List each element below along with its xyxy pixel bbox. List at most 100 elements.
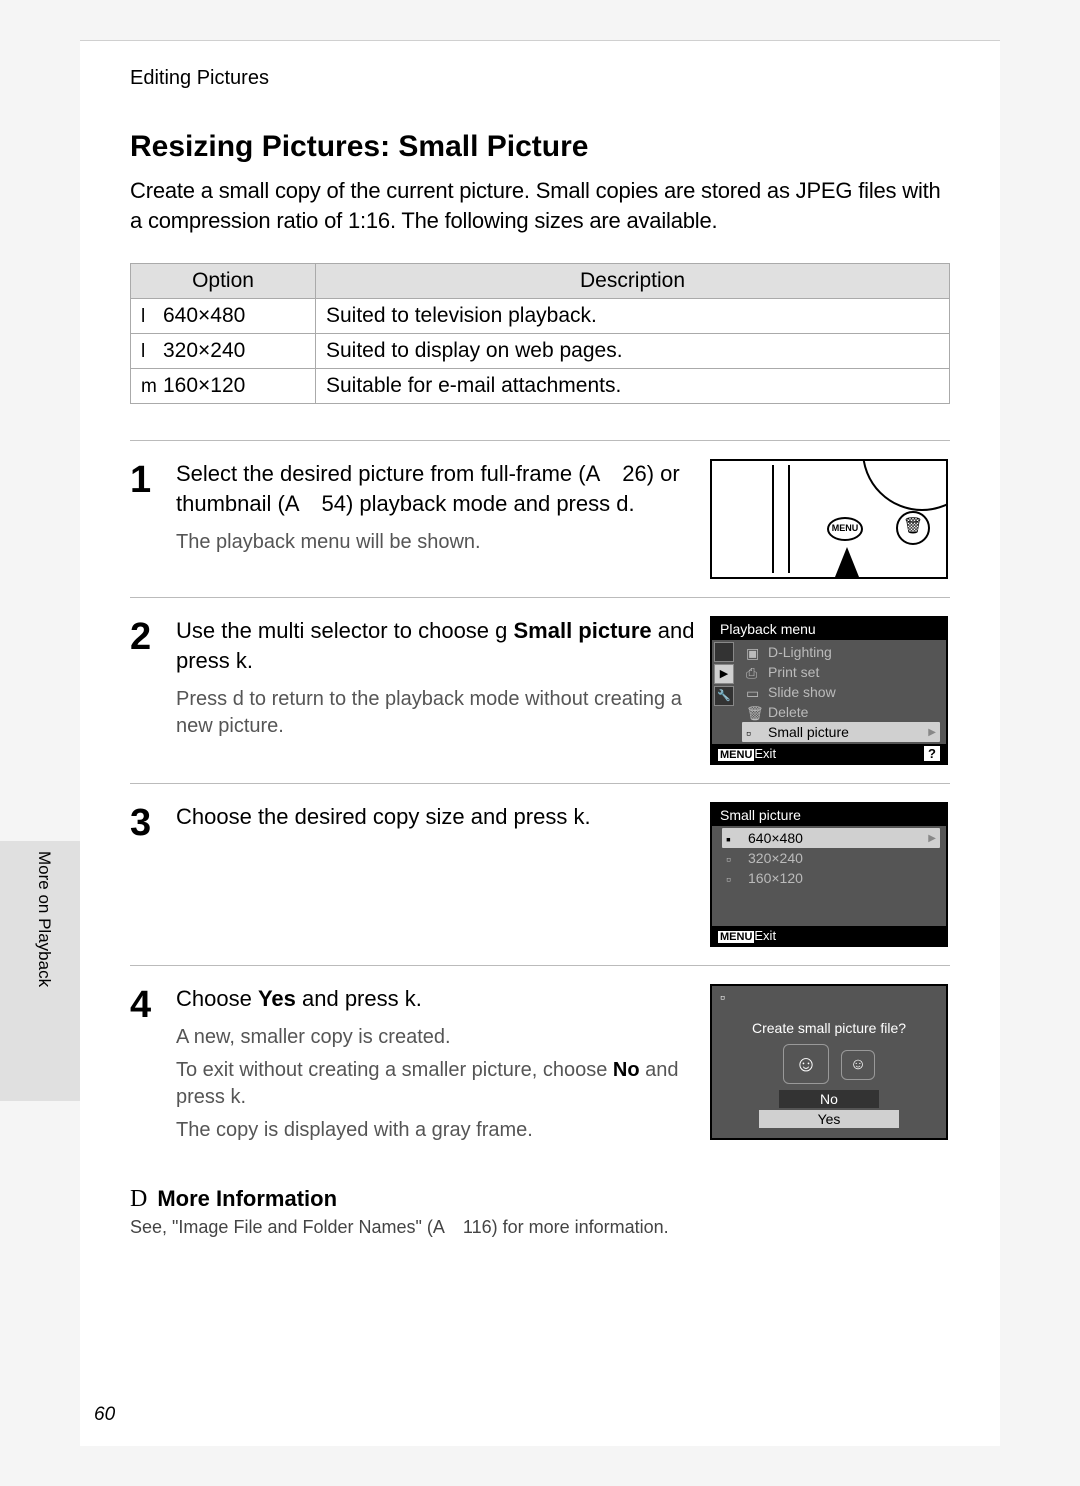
page-number: 60 — [94, 1404, 115, 1426]
footer-exit: Exit — [754, 746, 776, 761]
step-title: Select the desired picture from full-fra… — [176, 459, 700, 518]
option-value: 640×480 — [163, 304, 245, 327]
size-option-320: ▫ 320×240 — [722, 848, 940, 868]
menu-item-printset: ⎙Print set — [742, 662, 940, 682]
delete-button-icon: 🗑 — [896, 511, 930, 545]
step-number: 4 — [130, 984, 176, 1144]
dlighting-icon: ▣ — [746, 645, 762, 659]
size-label: 320×240 — [748, 850, 803, 866]
face-preview-icon: ☺ — [783, 1044, 829, 1084]
step-2: 2 Use the multi selector to choose g Sma… — [130, 598, 950, 784]
lcd-top-bar: ▫ — [712, 986, 946, 1008]
menu-item-smallpicture: ▫ Small picture ▶ — [742, 722, 940, 742]
lcd-footer: MENUExit ? — [712, 744, 946, 763]
option-prefix: m — [141, 376, 163, 398]
lcd-title: Playback menu — [712, 618, 946, 640]
step-number: 2 — [130, 616, 176, 765]
table-row: m160×120 Suitable for e-mail attachments… — [131, 369, 950, 404]
breadcrumb: Editing Pictures — [130, 67, 950, 90]
confirm-question: Create small picture file? — [716, 1020, 942, 1036]
menu-item-label: Delete — [768, 704, 808, 720]
lcd-title: Small picture — [712, 804, 946, 826]
step-title-bold: Yes — [258, 986, 296, 1011]
option-desc: Suited to display on web pages. — [316, 334, 950, 369]
menu-item-label: Small picture — [768, 724, 849, 740]
step-title: Choose Yes and press k. — [176, 984, 700, 1014]
size-icon: ▫ — [726, 871, 742, 885]
steps-container: 1 Select the desired picture from full-f… — [130, 440, 950, 1162]
help-icon: ? — [924, 746, 940, 761]
step-title-part: and press k. — [296, 986, 422, 1011]
table-row: l320×240 Suited to display on web pages. — [131, 334, 950, 369]
divider-line — [788, 465, 790, 573]
playback-tab-icon: ▶ — [714, 664, 734, 684]
step-1: 1 Select the desired picture from full-f… — [130, 441, 950, 598]
step-4: 4 Choose Yes and press k. A new, smaller… — [130, 966, 950, 1162]
trash-icon: 🗑 — [746, 705, 762, 719]
step-desc: A new, smaller copy is created. — [176, 1024, 700, 1051]
more-info-body: See, "Image File and Folder Names" (A 11… — [130, 1217, 950, 1238]
menu-item-slideshow: ▭ Slide show — [742, 682, 940, 702]
menu-item-dlighting: ▣D-Lighting — [742, 642, 940, 662]
step-desc-part: To exit without creating a smaller pictu… — [176, 1059, 613, 1081]
step-desc-part: to return to the playback mode without c… — [176, 688, 682, 737]
step-title-part: Use the multi selector to choose g — [176, 618, 514, 643]
option-desc: Suited to television playback. — [316, 299, 950, 334]
confirm-yes-button: Yes — [759, 1110, 899, 1128]
more-info-title: More Information — [157, 1186, 337, 1211]
lcd-side-tabs: ▶ 🔧 — [714, 642, 734, 706]
size-icon: ▫ — [726, 851, 742, 865]
size-options-table: Option Description l640×480 Suited to te… — [130, 263, 950, 404]
face-preview-small-icon: ☺ — [841, 1050, 875, 1080]
table-header-description: Description — [316, 264, 950, 299]
section-title: Resizing Pictures: Small Picture — [130, 130, 950, 164]
table-header-option: Option — [131, 264, 316, 299]
confirm-no-button: No — [779, 1090, 879, 1108]
divider-line — [772, 465, 774, 573]
side-tab-icon — [714, 642, 734, 662]
lcd-small-picture-menu: Small picture ▪ 640×480 ▶ ▫ 320×240 ▫ 160×12… — [710, 802, 948, 947]
step-desc: The copy is displayed with a gray frame. — [176, 1117, 700, 1144]
step-title-bold: Small picture — [514, 618, 652, 643]
size-label: 160×120 — [748, 870, 803, 886]
step-desc-bold: No — [613, 1059, 640, 1081]
lcd-footer: MENUExit — [712, 926, 946, 945]
dial-icon — [862, 459, 948, 511]
size-option-640: ▪ 640×480 ▶ — [722, 828, 940, 848]
more-information-section: DMore Information See, "Image File and F… — [130, 1186, 950, 1238]
more-info-heading: DMore Information — [130, 1186, 950, 1213]
size-label: 640×480 — [748, 830, 803, 846]
lcd-playback-menu: Playback menu ▶ 🔧 ▣D-Lighting ⎙Print set… — [710, 616, 948, 765]
step-number: 1 — [130, 459, 176, 579]
arrow-up-icon — [835, 547, 859, 577]
menu-item-delete: 🗑 Delete — [742, 702, 940, 722]
smallpic-indicator-icon: ▫ — [720, 989, 725, 1005]
menu-badge: MENU — [718, 931, 754, 943]
chevron-right-icon: ▶ — [928, 833, 936, 844]
intro-text: Create a small copy of the current pictu… — [130, 176, 950, 235]
option-prefix: l — [141, 341, 163, 363]
preview-thumbnails: ☺ ☺ — [716, 1044, 942, 1084]
step-number: 3 — [130, 802, 176, 947]
step-desc-key: d — [233, 688, 244, 710]
step-desc: Press d to return to the playback mode w… — [176, 686, 700, 740]
size-icon: ▪ — [726, 831, 742, 845]
slideshow-icon: ▭ — [746, 685, 762, 699]
step-desc: To exit without creating a smaller pictu… — [176, 1057, 700, 1111]
setup-tab-icon: 🔧 — [714, 686, 734, 706]
smallpic-icon: ▫ — [746, 725, 762, 739]
size-option-160: ▫ 160×120 — [722, 868, 940, 888]
step-desc-part: Press — [176, 688, 233, 710]
menu-badge: MENU — [718, 749, 754, 761]
side-section-label: More on Playback — [34, 851, 54, 987]
table-row: l640×480 Suited to television playback. — [131, 299, 950, 334]
option-value: 320×240 — [163, 339, 245, 362]
menu-item-label: Slide show — [768, 684, 836, 700]
lcd-confirm-dialog: ▫ Create small picture file? ☺ ☺ No Yes — [710, 984, 948, 1140]
menu-button-icon: MENU — [827, 517, 863, 541]
page: More on Playback Editing Pictures Resizi… — [80, 40, 1000, 1446]
camera-illustration: MENU 🗑 — [710, 459, 948, 579]
chevron-right-icon: ▶ — [928, 727, 936, 738]
step-title-part: Choose — [176, 986, 258, 1011]
print-icon: ⎙ — [746, 665, 762, 679]
